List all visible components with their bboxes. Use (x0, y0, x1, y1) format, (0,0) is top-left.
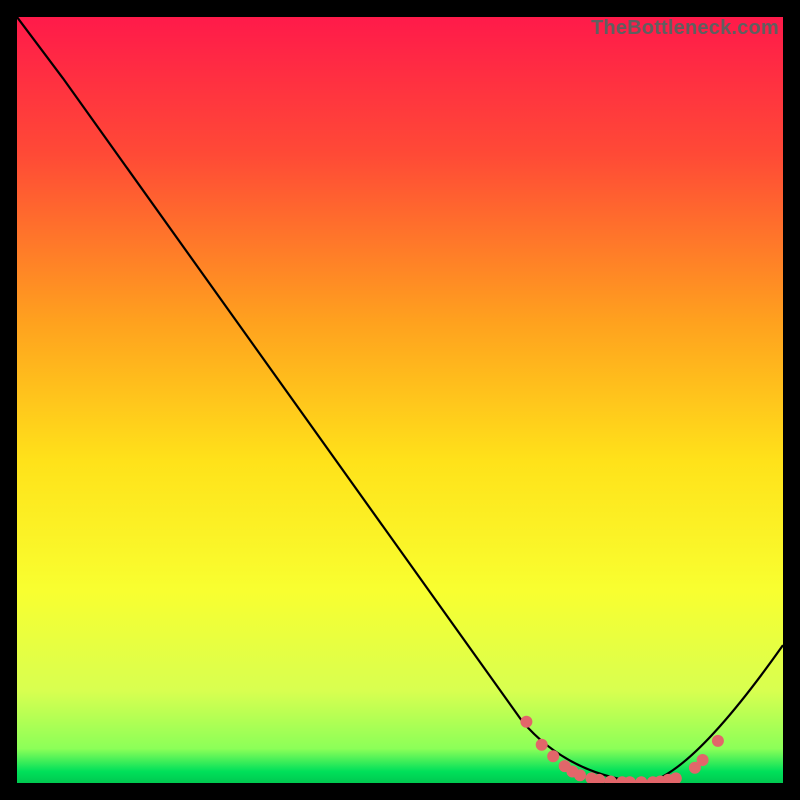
gradient-background (17, 17, 783, 783)
marker-dot (712, 735, 724, 747)
marker-dot (520, 716, 532, 728)
marker-dot (536, 739, 548, 751)
marker-dot (574, 769, 586, 781)
marker-dot (547, 750, 559, 762)
marker-dot (697, 754, 709, 766)
chart-frame: TheBottleneck.com (17, 17, 783, 783)
bottleneck-chart (17, 17, 783, 783)
watermark-text: TheBottleneck.com (591, 17, 779, 40)
